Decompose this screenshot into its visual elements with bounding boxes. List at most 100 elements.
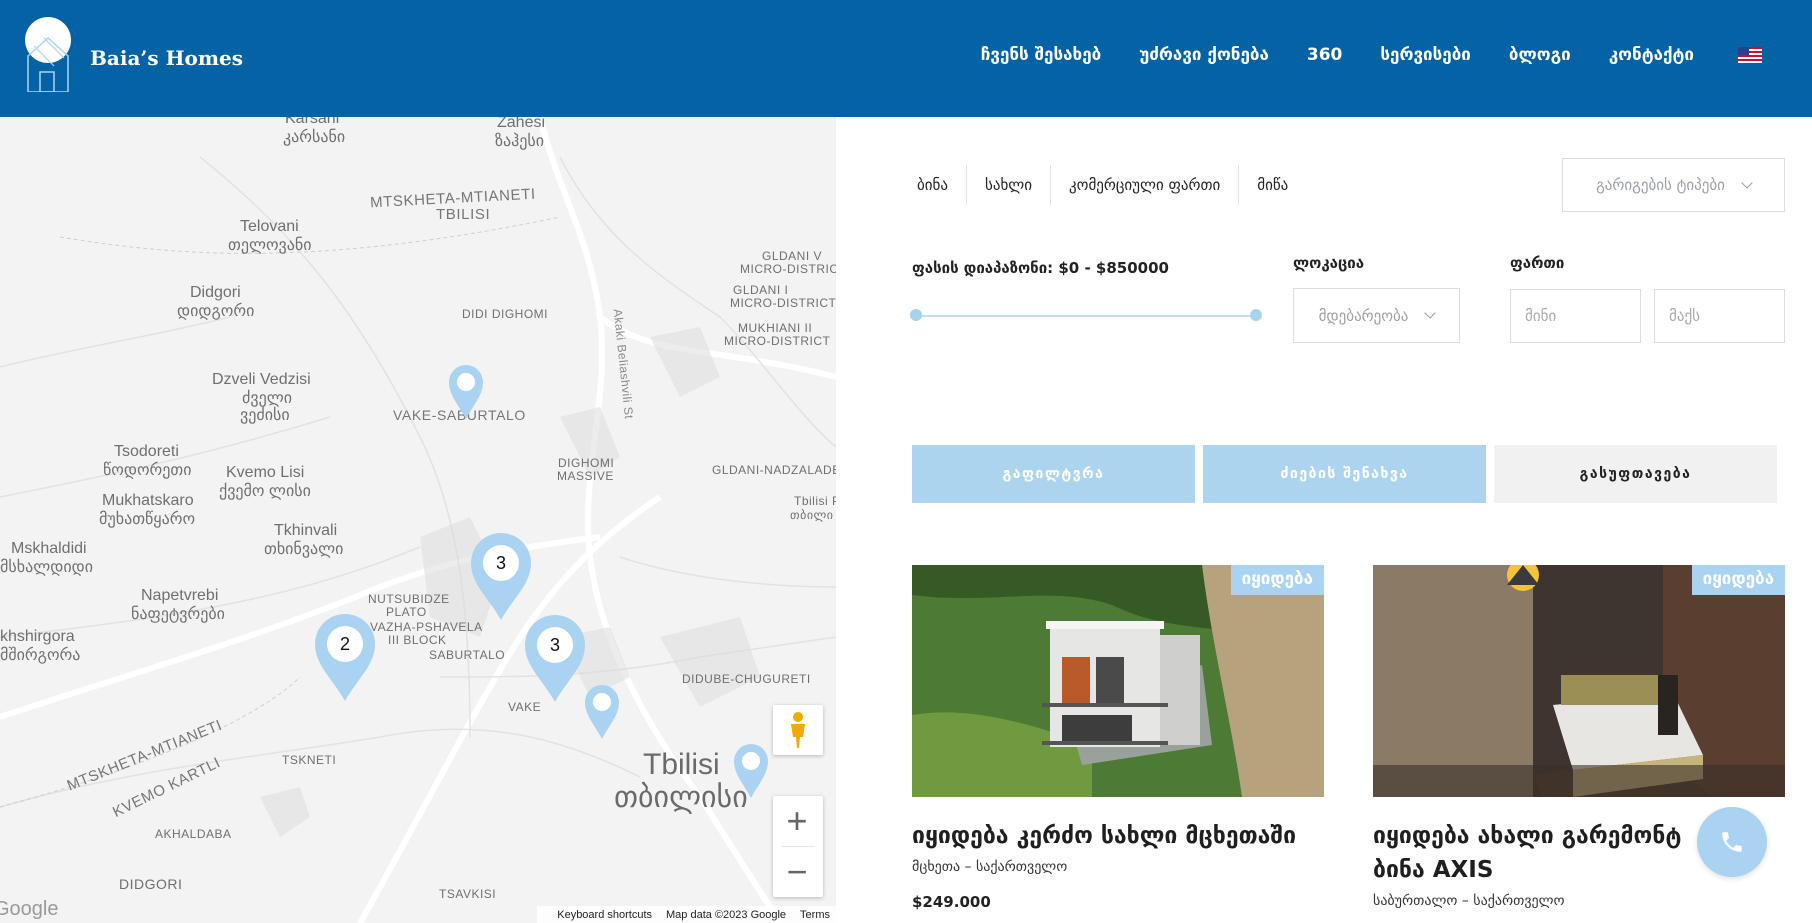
price-slider-track[interactable] <box>916 315 1256 317</box>
nav-contact[interactable]: კონტაქტი <box>1609 45 1694 65</box>
map-label: TSKNETI <box>282 753 337 767</box>
filter-button[interactable]: გაფილტვრა <box>912 445 1195 503</box>
map-label: Telovani <box>240 218 299 235</box>
street-view-pegman-icon[interactable] <box>773 705 823 755</box>
map-label: III BLOCK <box>388 633 447 647</box>
nav-real-estate[interactable]: უძრავი ქონება <box>1139 45 1269 65</box>
listing-title-line: ბინა AXIS <box>1373 857 1494 883</box>
map-label: GLDANI I <box>733 283 789 297</box>
map-label: ნაფეტვრები <box>131 606 225 623</box>
map-label: Tbilisi <box>643 748 720 781</box>
map-label: მუხათწყარო <box>99 511 196 528</box>
nav-services[interactable]: სერვისები <box>1380 45 1471 65</box>
map-label: TSAVKISI <box>439 887 497 901</box>
map-label: DIDUBE-CHUGURETI <box>682 672 811 686</box>
map-pin[interactable] <box>448 364 484 420</box>
map-pin[interactable] <box>733 743 769 799</box>
price-slider-max-handle[interactable] <box>1250 309 1262 321</box>
map-label: AKHALDABA <box>155 827 232 841</box>
phone-icon <box>1722 832 1742 852</box>
zoom-in-button[interactable]: + <box>773 796 821 846</box>
map-label: კარსანი <box>283 129 346 146</box>
chevron-down-icon <box>1741 176 1753 189</box>
map-label: Karsani <box>285 117 340 127</box>
map-label: მსხალდიდი <box>0 559 93 576</box>
map-pin[interactable] <box>584 684 620 740</box>
map-label: Mskhaldidi <box>11 540 87 557</box>
area-label: ფართი <box>1510 254 1565 272</box>
logo-text: Baia’s Homes <box>90 46 243 70</box>
terms-link[interactable]: Terms <box>800 909 830 921</box>
map-label: Napetvrebi <box>141 587 219 604</box>
chevron-down-icon <box>1424 307 1437 319</box>
zoom-controls: + − <box>773 796 823 897</box>
listing-price: $249.000 <box>912 893 991 911</box>
area-max-input[interactable] <box>1654 289 1785 343</box>
listing-location: მცხეთა – საქართველო <box>912 859 1068 875</box>
map-label: MUKHIANI II <box>738 321 813 335</box>
property-map[interactable]: Karsani კარსანი Zahesi ზაჰესი MTSKHETA-M… <box>0 117 836 923</box>
map-label: Zahesi <box>497 117 546 131</box>
map-label: Mukhatskaro <box>102 492 194 509</box>
location-label: ლოკაცია <box>1293 254 1365 272</box>
call-button[interactable] <box>1697 807 1767 877</box>
listing-image[interactable]: იყიდება <box>1373 565 1785 797</box>
main-nav: ჩვენს შესახებ უძრავი ქონება 360 სერვისებ… <box>943 0 1812 110</box>
map-label: MICRO-DISTRICT <box>740 262 836 276</box>
area-min-input[interactable] <box>1510 289 1641 343</box>
deal-type-select[interactable]: გარიგების ტიპები <box>1562 158 1785 212</box>
map-label: khshirgora <box>0 628 75 645</box>
map-label: Didgori <box>190 284 241 301</box>
map-cluster-pin[interactable]: 2 <box>314 614 376 702</box>
map-label: ძველი <box>242 390 292 407</box>
map-label: ზაჰესი <box>495 133 545 150</box>
listing-title-line: იყიდება ახალი გარემონტ <box>1373 823 1682 849</box>
map-label: GLDANI V <box>762 249 823 263</box>
cluster-count: 2 <box>339 633 350 654</box>
map-label: PLATO <box>386 605 427 619</box>
google-logo: Google <box>0 898 59 920</box>
location-select[interactable]: მდებარეობა <box>1293 288 1460 343</box>
site-header: Baia’s Homes ჩვენს შესახებ უძრავი ქონება… <box>0 0 1812 117</box>
location-placeholder: მდებარეობა <box>1318 306 1409 325</box>
map-cluster-pin[interactable]: 3 <box>524 615 586 703</box>
listing-title[interactable]: იყიდება კერძო სახლი მცხეთაში <box>912 819 1324 853</box>
map-label: VAZHA-PSHAVELA <box>370 620 483 634</box>
map-label: GLDANI-NADZALADE <box>712 463 836 477</box>
nav-360[interactable]: 360 <box>1307 45 1343 65</box>
map-label: დიდგორი <box>177 303 255 320</box>
map-label: Tsodoreti <box>114 443 179 460</box>
tab-house[interactable]: სახლი <box>967 165 1052 205</box>
listing-image[interactable]: იყიდება <box>912 565 1324 797</box>
nav-about[interactable]: ჩვენს შესახებ <box>981 45 1102 65</box>
zoom-out-button[interactable]: − <box>773 847 821 897</box>
price-slider-min-handle[interactable] <box>910 309 922 321</box>
tab-commercial[interactable]: კომერციული ფართი <box>1051 165 1240 205</box>
save-search-button[interactable]: ძიების შენახვა <box>1203 445 1486 503</box>
map-label: ქვემო ლისი <box>219 483 311 500</box>
map-label: DIGHOMI <box>558 456 615 470</box>
map-label: Kvemo Lisi <box>226 464 305 481</box>
listing-card[interactable]: იყიდება იყიდება კერძო სახლი მცხეთაში მცხ… <box>912 565 1324 911</box>
tab-apartment[interactable]: ბინა <box>912 165 967 205</box>
clear-button[interactable]: გასუფთავება <box>1494 445 1777 503</box>
house-logo-icon <box>24 16 72 93</box>
us-flag-icon[interactable] <box>1738 47 1762 63</box>
map-cluster-pin[interactable]: 3 <box>470 533 532 621</box>
map-label: NUTSUBIDZE <box>368 592 450 606</box>
map-label: Tkhinvali <box>274 522 338 539</box>
map-label: Tbilisi P <box>794 494 836 508</box>
tab-land[interactable]: მიწა <box>1239 165 1306 205</box>
property-type-tabs: ბინა სახლი კომერციული ფართი მიწა <box>912 165 1306 205</box>
logo[interactable]: Baia’s Homes <box>24 16 243 93</box>
cluster-count: 3 <box>495 552 506 573</box>
map-label: MICRO-DISTRICT <box>724 334 831 348</box>
map-label: თბილისი <box>614 781 748 814</box>
keyboard-shortcuts-link[interactable]: Keyboard shortcuts <box>557 909 652 921</box>
map-label: SABURTALO <box>429 648 506 662</box>
nav-blog[interactable]: ბლოგი <box>1509 45 1571 65</box>
listing-badge: იყიდება <box>1230 565 1324 595</box>
map-label: DIDGORI <box>119 876 183 892</box>
map-label: MICRO-DISTRICT <box>730 296 836 310</box>
map-attribution: Keyboard shortcuts Map data ©2023 Google… <box>537 906 836 923</box>
